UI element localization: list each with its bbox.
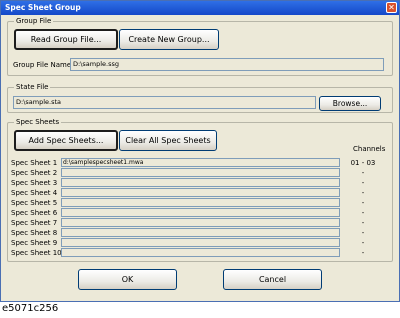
create-new-group-button[interactable]: Create New Group... (119, 29, 219, 50)
figure-caption: e5071c256 (2, 303, 59, 314)
spec-sheet-label: Spec Sheet 1 (11, 159, 58, 167)
spec-sheet-label: Spec Sheet 6 (11, 209, 58, 217)
spec-sheet-file-field[interactable] (61, 188, 340, 197)
spec-sheet-file-field[interactable] (61, 248, 340, 257)
spec-sheet-row-9: Spec Sheet 9 - (8, 238, 388, 248)
spec-sheet-label: Spec Sheet 8 (11, 229, 58, 237)
spec-sheet-channels: - (361, 199, 365, 207)
group-file-name-label: Group File Name (13, 61, 72, 69)
state-file-section: State File D:\sample.sta Browse... (7, 82, 393, 113)
spec-sheet-label: Spec Sheet 2 (11, 169, 58, 177)
spec-sheets-legend: Spec Sheets (14, 117, 62, 127)
state-file-legend: State File (14, 82, 51, 92)
spec-sheet-row-4: Spec Sheet 4 - (8, 188, 388, 198)
group-file-legend: Group File (14, 16, 54, 26)
spec-sheet-row-7: Spec Sheet 7 - (8, 218, 388, 228)
spec-sheet-channels: 01 - 03 (350, 159, 376, 167)
spec-sheet-row-2: Spec Sheet 2 - (8, 168, 388, 178)
cancel-button[interactable]: Cancel (223, 269, 322, 290)
spec-sheet-label: Spec Sheet 4 (11, 189, 58, 197)
add-spec-sheets-button[interactable]: Add Spec Sheets... (14, 130, 118, 151)
group-file-section: Group File Read Group File... Create New… (7, 16, 393, 76)
spec-sheet-file-field[interactable] (61, 238, 340, 247)
spec-sheet-file-field[interactable] (61, 178, 340, 187)
spec-sheet-row-10: Spec Sheet 10 - (8, 248, 388, 258)
spec-sheets-section: Spec Sheets Add Spec Sheets... Clear All… (7, 117, 393, 262)
browse-button[interactable]: Browse... (319, 96, 381, 111)
title-bar[interactable]: Spec Sheet Group ✕ (1, 1, 399, 15)
spec-sheet-channels: - (361, 239, 365, 247)
clear-all-spec-sheets-button[interactable]: Clear All Spec Sheets (119, 130, 217, 151)
state-file-path-field: D:\sample.sta (13, 96, 316, 109)
spec-sheet-channels: - (361, 179, 365, 187)
spec-sheet-group-dialog: Spec Sheet Group ✕ Group File Read Group… (0, 0, 400, 302)
spec-sheet-file-field[interactable] (61, 208, 340, 217)
close-button[interactable]: ✕ (386, 2, 397, 13)
spec-sheet-file-field[interactable] (61, 198, 340, 207)
ok-button[interactable]: OK (78, 269, 177, 290)
spec-sheet-file-field[interactable] (61, 218, 340, 227)
channels-header: Channels (353, 145, 386, 153)
spec-sheet-row-3: Spec Sheet 3 - (8, 178, 388, 188)
spec-sheet-label: Spec Sheet 3 (11, 179, 58, 187)
spec-sheet-channels: - (361, 209, 365, 217)
spec-sheet-channels: - (361, 229, 365, 237)
read-group-file-button[interactable]: Read Group File... (14, 29, 118, 50)
spec-sheet-file-field[interactable]: d:\samplespecsheet1.mwa (61, 158, 340, 167)
close-icon: ✕ (388, 3, 395, 12)
spec-sheet-row-1: Spec Sheet 1 d:\samplespecsheet1.mwa 01 … (8, 158, 388, 168)
spec-sheet-channels: - (361, 169, 365, 177)
spec-sheet-label: Spec Sheet 5 (11, 199, 58, 207)
spec-sheet-label: Spec Sheet 9 (11, 239, 58, 247)
spec-sheet-row-6: Spec Sheet 6 - (8, 208, 388, 218)
spec-sheet-file-field[interactable] (61, 228, 340, 237)
window-title: Spec Sheet Group (5, 3, 81, 12)
spec-sheet-row-5: Spec Sheet 5 - (8, 198, 388, 208)
spec-sheet-channels: - (361, 249, 365, 257)
spec-sheet-label: Spec Sheet 10 (11, 249, 62, 257)
spec-sheet-row-8: Spec Sheet 8 - (8, 228, 388, 238)
spec-sheet-label: Spec Sheet 7 (11, 219, 58, 227)
spec-sheet-channels: - (361, 219, 365, 227)
spec-sheet-channels: - (361, 189, 365, 197)
spec-sheet-file-field[interactable] (61, 168, 340, 177)
group-file-name-field: D:\sample.ssg (70, 58, 384, 71)
